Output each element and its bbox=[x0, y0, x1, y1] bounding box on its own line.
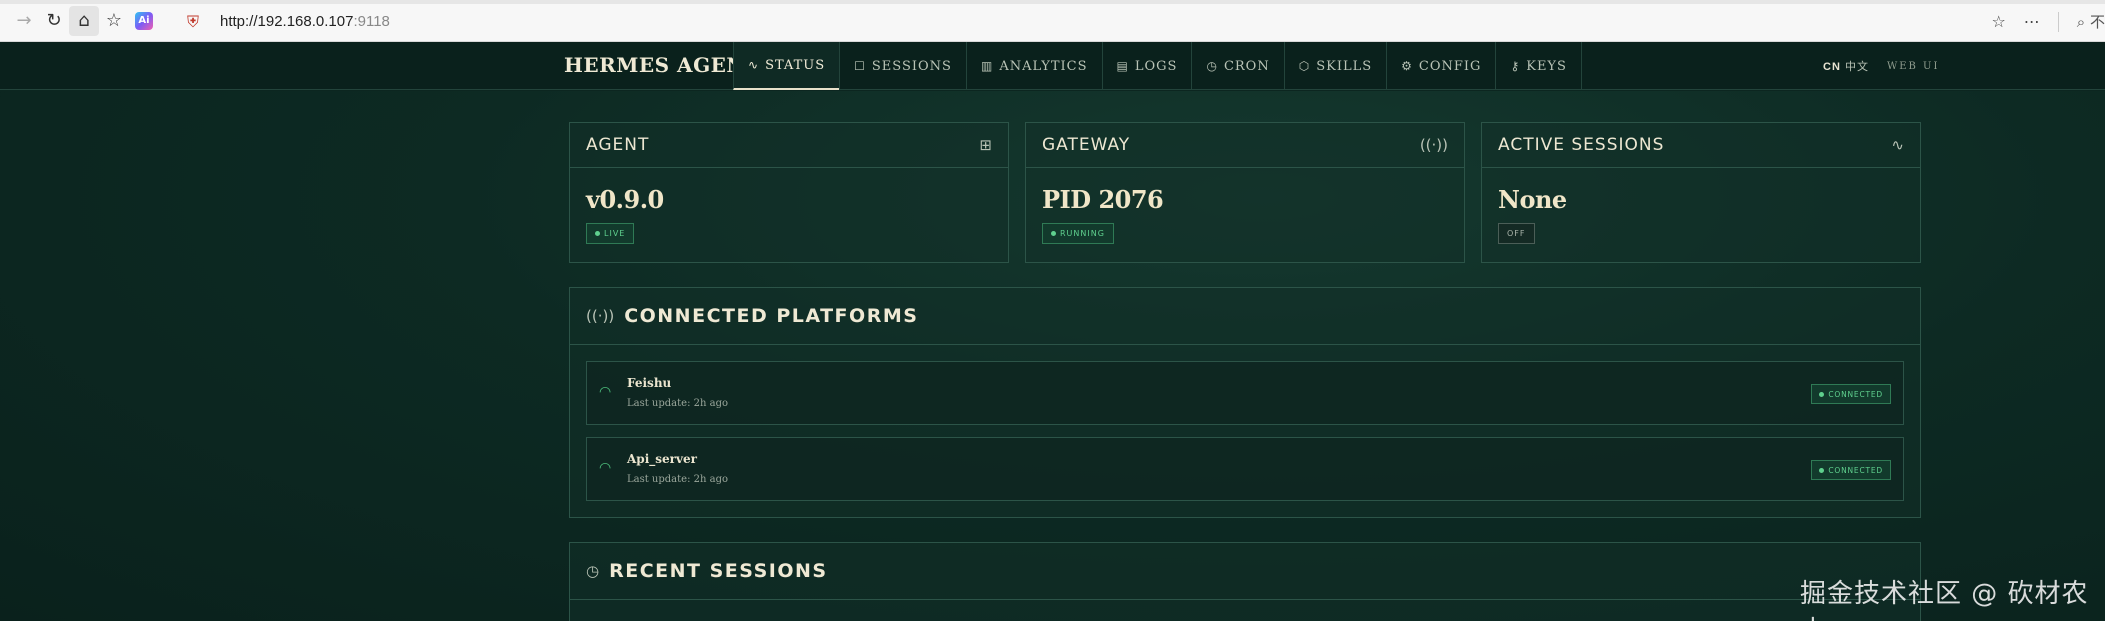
gateway-card: GATEWAY ((·)) PID 2076 RUNNING bbox=[1025, 122, 1465, 263]
toolbar-divider bbox=[2057, 11, 2059, 32]
language-switcher: CN 中文 WEB UI bbox=[1823, 58, 1939, 74]
status-badge: OFF bbox=[1498, 223, 1535, 244]
cpu-icon: ⊞ bbox=[979, 136, 992, 154]
reading-list-icon[interactable]: ☆ bbox=[99, 6, 129, 36]
gateway-pid: PID 2076 bbox=[1042, 185, 1164, 214]
wifi-icon: ◠ bbox=[599, 384, 612, 400]
agent-version: v0.9.0 bbox=[586, 185, 664, 214]
gear-icon: ⚙ bbox=[1401, 59, 1413, 73]
connected-platforms-panel: ((·)) CONNECTED PLATFORMS ◠ Feishu Last … bbox=[569, 287, 1921, 518]
browser-right-tools: ☆ ⋯ ⌕ 不 bbox=[1991, 7, 2105, 36]
tab-status[interactable]: ∿ STATUS bbox=[733, 42, 840, 90]
ai-icon: Ai bbox=[135, 11, 153, 30]
key-icon: ⚷ bbox=[1510, 59, 1521, 73]
radio-icon: ((·)) bbox=[586, 307, 615, 325]
gateway-card-title: GATEWAY bbox=[1042, 135, 1131, 155]
platform-last-update: Last update: 2h ago bbox=[627, 474, 728, 485]
recent-sessions-title: RECENT SESSIONS bbox=[609, 560, 828, 582]
platform-name: Feishu bbox=[627, 376, 672, 390]
status-badge: LIVE bbox=[586, 223, 635, 244]
status-dot bbox=[595, 231, 600, 236]
platform-name: Api_server bbox=[627, 452, 697, 466]
agent-card-title: AGENT bbox=[586, 135, 650, 155]
browser-toolbar: → ↻ ⌂ ☆ Ai ⛨ http://192.168.0.107:9118 ☆… bbox=[0, 0, 2105, 42]
reload-icon[interactable]: ↻ bbox=[39, 6, 69, 36]
tab-sessions[interactable]: ☐ SESSIONS bbox=[839, 42, 966, 90]
active-sessions-card: ACTIVE SESSIONS ∿ None OFF bbox=[1481, 122, 1921, 263]
home-icon[interactable]: ⌂ bbox=[69, 5, 99, 36]
agent-card: AGENT ⊞ v0.9.0 LIVE bbox=[569, 122, 1009, 263]
back-icon[interactable]: → bbox=[9, 6, 39, 36]
radio-icon: ((·)) bbox=[1419, 136, 1448, 154]
connected-badge: CONNECTED bbox=[1811, 460, 1891, 480]
status-badge: RUNNING bbox=[1042, 223, 1114, 244]
recent-sessions-panel: ◷ RECENT SESSIONS bbox=[569, 542, 1921, 621]
recent-sessions-header: ◷ RECENT SESSIONS bbox=[570, 543, 1920, 600]
clock-icon: ◷ bbox=[586, 562, 600, 580]
language-toggle[interactable]: CN 中文 bbox=[1823, 58, 1869, 74]
search-button[interactable]: ⌕ 不 bbox=[2077, 11, 2105, 32]
url-text: http://192.168.0.107:9118 bbox=[220, 13, 390, 30]
platform-last-update: Last update: 2h ago bbox=[627, 398, 728, 409]
tab-strip bbox=[0, 0, 2105, 4]
wifi-icon: ◠ bbox=[599, 460, 612, 476]
active-sessions-value: None bbox=[1498, 185, 1567, 214]
tab-analytics[interactable]: ▥ ANALYTICS bbox=[965, 42, 1102, 90]
main-nav: ∿ STATUS ☐ SESSIONS ▥ ANALYTICS ▤ LOGS ◷ CRON… bbox=[733, 42, 1582, 90]
tab-config[interactable]: ⚙ CONFIG bbox=[1386, 42, 1495, 90]
favorite-star-icon[interactable]: ☆ bbox=[1991, 12, 2005, 31]
bar-chart-icon: ▥ bbox=[980, 59, 994, 73]
activity-icon: ∿ bbox=[1891, 136, 1904, 154]
tab-keys[interactable]: ⚷ KEYS bbox=[1495, 42, 1582, 90]
ai-extension-button[interactable]: Ai bbox=[129, 6, 159, 36]
address-bar[interactable]: ⛨ http://192.168.0.107:9118 bbox=[182, 7, 2022, 36]
app-header: HERMES AGENT ∿ STATUS ☐ SESSIONS ▥ ANALYTIC… bbox=[0, 42, 2105, 90]
file-icon: ▤ bbox=[1116, 59, 1129, 73]
connected-badge: CONNECTED bbox=[1811, 384, 1891, 404]
status-dot bbox=[1819, 467, 1825, 473]
gateway-card-header: GATEWAY ((·)) bbox=[1026, 123, 1464, 168]
search-icon: ⌕ bbox=[2076, 13, 2086, 31]
clock-icon: ◷ bbox=[1206, 59, 1218, 73]
status-dot bbox=[1051, 231, 1056, 236]
package-icon: ⬡ bbox=[1298, 59, 1311, 73]
platform-row[interactable]: ◠ Api_server Last update: 2h ago CONNECT… bbox=[586, 437, 1904, 501]
active-sessions-card-header: ACTIVE SESSIONS ∿ bbox=[1482, 123, 1920, 168]
chat-icon: ☐ bbox=[854, 59, 866, 73]
tab-logs[interactable]: ▤ LOGS bbox=[1101, 42, 1192, 90]
tab-cron[interactable]: ◷ CRON bbox=[1191, 42, 1283, 90]
connected-platforms-header: ((·)) CONNECTED PLATFORMS bbox=[570, 288, 1920, 345]
connected-platforms-title: CONNECTED PLATFORMS bbox=[624, 305, 919, 327]
platform-row[interactable]: ◠ Feishu Last update: 2h ago CONNECTED bbox=[586, 361, 1904, 425]
agent-card-header: AGENT ⊞ bbox=[570, 123, 1008, 168]
watermark-text: 掘金技术社区 @ 砍材农夫 bbox=[1800, 579, 2089, 621]
brand-logo[interactable]: HERMES AGENT bbox=[564, 53, 761, 77]
tab-skills[interactable]: ⬡ SKILLS bbox=[1283, 42, 1386, 90]
web-ui-label: WEB UI bbox=[1886, 60, 1940, 72]
active-sessions-card-title: ACTIVE SESSIONS bbox=[1498, 135, 1665, 155]
more-options-icon[interactable]: ⋯ bbox=[2024, 12, 2040, 31]
main-content: AGENT ⊞ v0.9.0 LIVE GATEWAY ((·)) PID 20… bbox=[0, 91, 2105, 621]
status-dot bbox=[1819, 391, 1825, 397]
activity-icon: ∿ bbox=[748, 58, 760, 72]
insecure-shield-icon[interactable]: ⛨ bbox=[182, 11, 204, 33]
